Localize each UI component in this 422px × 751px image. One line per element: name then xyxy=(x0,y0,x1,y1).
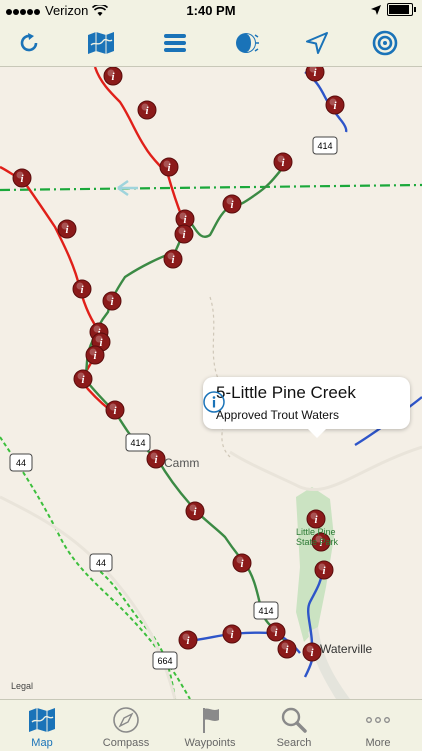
info-marker[interactable]: i xyxy=(232,553,252,573)
tab-search[interactable]: Search xyxy=(252,700,336,751)
info-marker[interactable]: i xyxy=(103,67,123,86)
list-icon xyxy=(164,34,186,52)
info-marker[interactable]: i xyxy=(73,369,93,389)
flag-icon xyxy=(203,708,219,733)
red-stream-2 xyxy=(0,165,111,411)
info-marker[interactable]: i xyxy=(57,219,77,239)
svg-text:414: 414 xyxy=(130,438,145,448)
route-shield-664: 664 xyxy=(152,651,178,670)
road xyxy=(0,495,177,699)
info-marker[interactable]: i xyxy=(306,509,326,529)
info-marker[interactable]: i xyxy=(137,100,157,120)
location-arrow-icon xyxy=(371,4,381,15)
tab-bar: Map Compass Waypoints Search More xyxy=(0,699,422,751)
info-marker[interactable]: i xyxy=(105,400,125,420)
svg-text:44: 44 xyxy=(96,558,106,568)
info-icon[interactable] xyxy=(203,391,225,413)
battery-nub xyxy=(414,7,416,12)
info-marker[interactable]: i xyxy=(222,624,242,644)
boundary-line xyxy=(0,183,422,192)
svg-text:44: 44 xyxy=(16,458,26,468)
map-layers-button[interactable] xyxy=(84,26,118,60)
info-marker[interactable]: i xyxy=(185,501,205,521)
info-marker[interactable]: i xyxy=(85,345,105,365)
callout-subtitle: Approved Trout Waters xyxy=(216,408,339,422)
route-shield-414-b: 414 xyxy=(125,433,151,452)
info-marker[interactable]: i xyxy=(146,449,166,469)
info-marker[interactable]: i xyxy=(222,194,242,214)
info-marker[interactable]: i xyxy=(72,279,92,299)
info-marker[interactable]: i xyxy=(174,224,194,244)
route-shield-44-b: 44 xyxy=(89,553,113,572)
info-marker[interactable]: i xyxy=(178,630,198,650)
route-shield-414-c: 414 xyxy=(253,601,279,620)
road-2 xyxy=(229,445,422,492)
svg-text:414: 414 xyxy=(317,141,332,151)
tab-map[interactable]: Map xyxy=(0,700,84,751)
battery-icon xyxy=(387,3,413,16)
search-icon xyxy=(281,707,307,733)
info-markers[interactable]: iiiiiiiiiiiiiiiiiiiiiiiiiiiiii xyxy=(12,67,345,662)
legal-link[interactable]: Legal xyxy=(11,681,33,691)
svg-text:414: 414 xyxy=(258,606,273,616)
info-marker[interactable]: i xyxy=(305,67,325,82)
info-marker[interactable]: i xyxy=(163,249,183,269)
tab-waypoints[interactable]: Waypoints xyxy=(168,700,252,751)
locate-button[interactable] xyxy=(300,26,334,60)
status-bar: Verizon 1:40 PM xyxy=(0,0,422,20)
top-toolbar xyxy=(0,20,422,67)
callout-title: 5-Little Pine Creek xyxy=(216,383,356,402)
info-marker[interactable]: i xyxy=(277,639,297,659)
red-stream-1 xyxy=(93,67,187,236)
compass-icon xyxy=(113,707,139,733)
list-button[interactable] xyxy=(158,26,192,60)
moon-phase-icon xyxy=(236,33,259,53)
river-valley xyxy=(308,627,350,699)
info-marker[interactable]: i xyxy=(159,157,179,177)
refresh-icon xyxy=(20,33,38,52)
location-arrow-icon xyxy=(306,32,328,54)
folded-map-icon xyxy=(88,32,114,54)
info-marker[interactable]: i xyxy=(266,622,286,642)
tab-label: More xyxy=(365,737,391,749)
info-marker[interactable]: i xyxy=(325,95,345,115)
info-marker[interactable]: i xyxy=(102,291,122,311)
town-label-cammal: Camm xyxy=(164,456,200,470)
moon-phase-button[interactable] xyxy=(230,26,264,60)
info-marker[interactable]: i xyxy=(302,642,322,662)
tab-more[interactable]: More xyxy=(336,700,420,751)
target-icon xyxy=(372,30,398,56)
tab-label: Compass xyxy=(102,737,150,749)
trail-line-2 xyxy=(94,566,176,699)
direction-arrow xyxy=(117,179,138,197)
tab-label: Waypoints xyxy=(184,737,236,749)
clock: 1:40 PM xyxy=(186,3,236,18)
park-label: Little Pine State Park xyxy=(296,527,339,547)
refresh-button[interactable] xyxy=(12,26,46,60)
folded-map-icon xyxy=(29,708,55,732)
tab-compass[interactable]: Compass xyxy=(84,700,168,751)
svg-text:664: 664 xyxy=(157,656,172,666)
target-button[interactable] xyxy=(368,26,402,60)
tab-label: Search xyxy=(276,737,312,749)
info-marker[interactable]: i xyxy=(12,168,32,188)
map-view[interactable]: 414 414 414 44 44 664 iiiiiiiiiiiiiiiiii… xyxy=(0,67,422,699)
route-shield-414-a: 414 xyxy=(312,136,338,155)
info-marker[interactable]: i xyxy=(314,560,334,580)
tab-label: Map xyxy=(31,737,53,749)
route-shield-44-a: 44 xyxy=(9,453,33,472)
more-icon xyxy=(366,717,390,723)
town-label-waterville: Waterville xyxy=(320,642,373,656)
info-marker[interactable]: i xyxy=(273,152,293,172)
marker-callout[interactable]: 5-Little Pine Creek Approved Trout Water… xyxy=(203,377,410,438)
